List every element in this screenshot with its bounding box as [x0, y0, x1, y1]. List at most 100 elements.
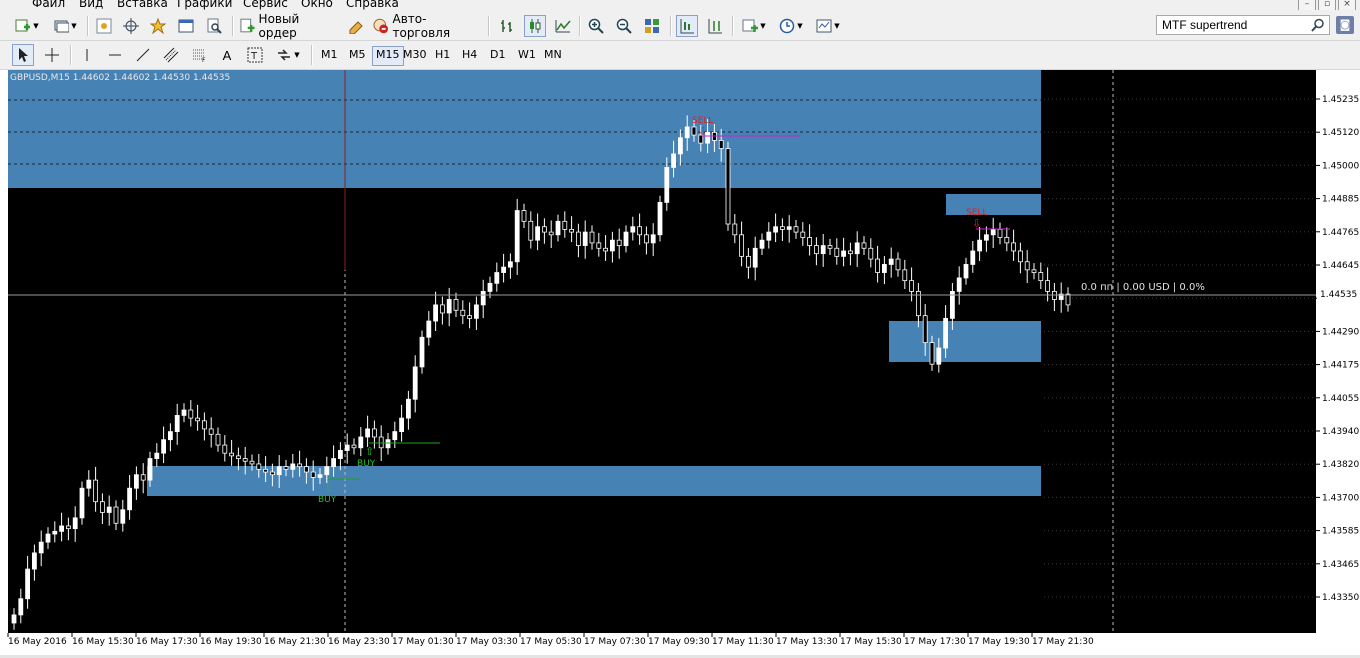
- vertical-line-button[interactable]: [76, 44, 98, 66]
- candle-body: [79, 487, 85, 519]
- tf-m1[interactable]: M1: [318, 46, 341, 64]
- meta-editor-button[interactable]: [346, 15, 366, 37]
- candle-body: [990, 229, 996, 236]
- text-icon: A: [222, 47, 232, 63]
- chart-window[interactable]: ⇧ BUY ⇧ BUY ⇩ SELL ⇩ SELL 1.45235 1.45120 1.45000…: [0, 70, 1360, 658]
- community-button[interactable]: ◙: [1336, 16, 1354, 34]
- new-chart-button[interactable]: ▼: [10, 15, 44, 37]
- navigator-button[interactable]: [120, 15, 142, 37]
- new-order-button[interactable]: Новый ордер: [239, 12, 339, 40]
- menu-view[interactable]: Вид: [79, 0, 103, 10]
- candle-body: [786, 226, 792, 230]
- editor-icon: [349, 21, 363, 34]
- price-label: 1.44055: [1322, 394, 1359, 404]
- zoom-in-button[interactable]: [585, 15, 607, 37]
- candle-body: [337, 450, 343, 459]
- menu-insert[interactable]: Вставка: [117, 0, 168, 10]
- favorites-button[interactable]: [147, 15, 169, 37]
- tf-mn[interactable]: MN: [541, 46, 565, 64]
- close-icon[interactable]: ×: [1338, 0, 1356, 10]
- templates-button[interactable]: ▼: [812, 15, 844, 37]
- menu-file[interactable]: Файл: [32, 0, 65, 10]
- candle-body: [684, 126, 690, 139]
- indicators-button[interactable]: ▼: [738, 15, 770, 37]
- search-icon[interactable]: [1311, 18, 1325, 32]
- menu-help[interactable]: Справка: [346, 0, 399, 10]
- tester-button[interactable]: [203, 15, 225, 37]
- profiles-button[interactable]: ▼: [48, 15, 82, 37]
- candle-body: [269, 471, 275, 476]
- candle-body: [610, 239, 615, 252]
- line-chart-button[interactable]: [552, 15, 574, 37]
- search-input[interactable]: [1157, 16, 1302, 34]
- candle-body: [229, 452, 235, 457]
- tile-windows-button[interactable]: [641, 15, 663, 37]
- trendline-button[interactable]: [132, 44, 154, 66]
- candle-body: [195, 417, 201, 422]
- time-label: 17 May 09:30: [648, 637, 710, 647]
- candle-body: [739, 234, 744, 257]
- terminal-button[interactable]: [175, 15, 197, 37]
- periods-button[interactable]: ▼: [775, 15, 807, 37]
- auto-trading-button[interactable]: Авто-торговля: [373, 12, 481, 40]
- candle-body: [249, 460, 255, 465]
- time-label: 17 May 13:30: [776, 637, 838, 647]
- window-icon: [178, 19, 194, 33]
- candle-body: [657, 202, 663, 236]
- bar-chart-button[interactable]: [496, 15, 518, 37]
- horizontal-line-button[interactable]: [104, 44, 126, 66]
- tf-w1[interactable]: W1: [515, 46, 539, 64]
- zoom-out-button[interactable]: [613, 15, 635, 37]
- time-label: 16 May 23:30: [328, 637, 390, 647]
- candle-body: [208, 428, 214, 435]
- menu-charts[interactable]: Графики: [177, 0, 232, 10]
- candle-body: [820, 245, 826, 255]
- text-label-icon: T: [247, 47, 263, 63]
- candle-body: [875, 258, 880, 273]
- fibonacci-button[interactable]: F: [188, 44, 210, 66]
- signal-label: SELL: [692, 116, 713, 126]
- tf-h1[interactable]: H1: [432, 46, 453, 64]
- window-controls: – ▫ ×: [1298, 0, 1356, 10]
- menu-tools[interactable]: Сервис: [243, 0, 288, 10]
- text-button[interactable]: A: [216, 44, 238, 66]
- chart-shift-button[interactable]: [704, 15, 726, 37]
- minimize-icon[interactable]: –: [1298, 0, 1316, 10]
- tf-d1[interactable]: D1: [487, 46, 508, 64]
- search-box[interactable]: [1156, 15, 1330, 35]
- tf-h4[interactable]: H4: [459, 46, 480, 64]
- candle-body: [943, 317, 948, 349]
- community-icon: ◙: [1339, 18, 1351, 31]
- market-watch-button[interactable]: [93, 15, 115, 37]
- channel-button[interactable]: [160, 44, 182, 66]
- tf-m30[interactable]: M30: [400, 46, 430, 64]
- auto-scroll-button[interactable]: [676, 15, 698, 37]
- candle-body: [977, 239, 982, 252]
- restore-icon[interactable]: ▫: [1318, 0, 1336, 10]
- tf-m15[interactable]: M15: [372, 46, 404, 66]
- crosshair-button[interactable]: [41, 44, 63, 66]
- candle-body: [460, 309, 466, 317]
- arrows-button[interactable]: ▼: [272, 44, 304, 66]
- signal-label: SELL: [966, 208, 987, 218]
- cursor-button[interactable]: [12, 44, 34, 66]
- candle-body: [154, 452, 160, 459]
- candlestick-chart-button[interactable]: [524, 15, 546, 37]
- text-label-button[interactable]: T: [244, 44, 266, 66]
- menu-bar: Файл Вид Вставка Графики Сервис Окно Спр…: [0, 0, 1360, 10]
- candle-body: [133, 474, 139, 489]
- vertical-line-icon: [86, 49, 88, 61]
- chart-title: GBPUSD,M15 1.44602 1.44602 1.44530 1.445…: [10, 73, 231, 83]
- price-label: 1.44645: [1322, 261, 1359, 271]
- price-label: 1.43585: [1322, 527, 1359, 537]
- svg-text:F: F: [202, 57, 206, 63]
- price-label: 1.44175: [1322, 361, 1359, 371]
- menu-window[interactable]: Окно: [301, 0, 333, 10]
- candle-body: [902, 269, 908, 282]
- signal-arrow-icon: ⇩: [698, 125, 707, 138]
- tf-m5[interactable]: M5: [346, 46, 369, 64]
- candle-body: [746, 255, 751, 268]
- candle-body: [378, 436, 384, 449]
- candle-body: [752, 247, 758, 268]
- price-chart[interactable]: ⇧BUY⇧BUY⇩SELL⇩SELL 1.452351.451201.45000…: [0, 70, 1360, 658]
